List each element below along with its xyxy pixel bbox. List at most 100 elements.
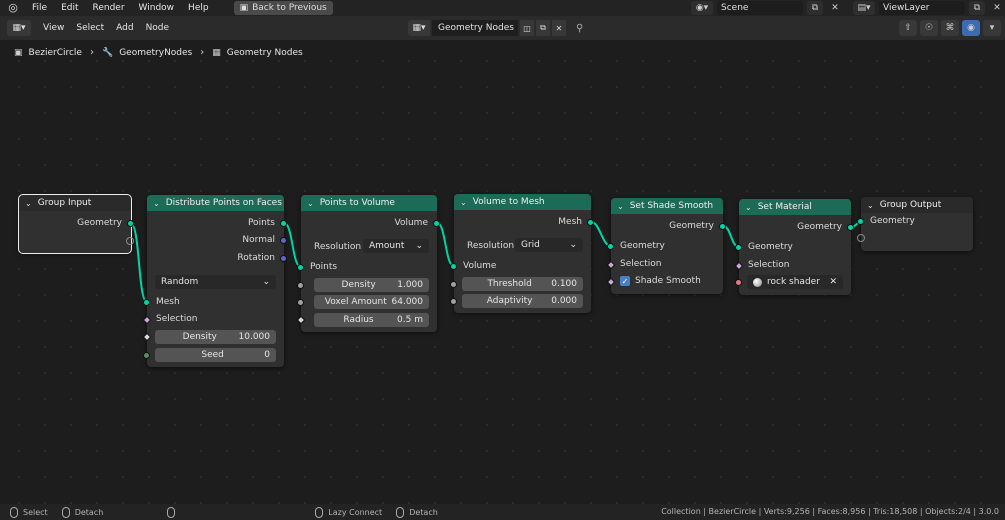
node-volume-to-mesh[interactable]: ⌄ Volume to Mesh Mesh Resolution Grid ⌄ Vo… — [450, 194, 594, 313]
node-header[interactable]: ⌄ Distribute Points on Faces — [147, 195, 284, 211]
chevron-down-icon[interactable]: ⌄ — [867, 201, 874, 210]
checkbox-checked-icon[interactable]: ✓ — [620, 276, 630, 286]
geometry-socket-icon[interactable] — [280, 220, 287, 227]
threshold-field[interactable]: Threshold 0.100 — [462, 277, 583, 291]
snap-mode-icon[interactable]: ⌘ — [941, 20, 959, 36]
chevron-down-icon[interactable]: ⌄ — [25, 199, 32, 208]
node-tree-icon[interactable]: ▦▾ — [408, 20, 430, 36]
socket-row: Mesh — [454, 215, 591, 229]
node-header[interactable]: ⌄ Group Input — [19, 195, 131, 211]
node-header[interactable]: ⌄ Group Output — [861, 197, 973, 213]
object-icon: ▣ — [14, 47, 23, 58]
node-points-to-volume[interactable]: ⌄ Points to Volume Volume Resolution Amou… — [296, 195, 440, 332]
close-icon[interactable]: ✕ — [552, 20, 566, 36]
node-tree-name-field[interactable]: Geometry Nodes — [432, 20, 518, 36]
back-to-previous-button[interactable]: ▣ Back to Previous — [233, 1, 333, 15]
menu-view[interactable]: View — [37, 23, 70, 33]
seed-field[interactable]: Seed 0 — [155, 348, 276, 362]
blender-logo-icon[interactable]: ◎ — [7, 2, 19, 14]
pin-icon[interactable]: ⚲ — [576, 23, 583, 34]
float-socket-icon[interactable] — [450, 298, 457, 305]
parent-node-tree-icon[interactable]: ⇧ — [899, 20, 917, 36]
vector-socket-icon[interactable] — [280, 237, 287, 244]
geometry-socket-icon[interactable] — [297, 264, 304, 271]
geometry-socket-icon[interactable] — [607, 243, 614, 250]
menu-edit[interactable]: Edit — [54, 3, 85, 13]
menu-node[interactable]: Node — [140, 23, 176, 33]
close-icon[interactable]: ✕ — [827, 1, 843, 15]
chevron-down-icon[interactable]: ⌄ — [460, 198, 467, 207]
socket-label: Geometry — [620, 241, 665, 251]
geometry-socket-icon[interactable] — [857, 218, 864, 225]
menu-add[interactable]: Add — [110, 23, 139, 33]
socket-label: Rotation — [237, 253, 275, 263]
adaptivity-field[interactable]: Adaptivity 0.000 — [462, 294, 583, 308]
geometry-socket-icon[interactable] — [433, 220, 440, 227]
copy-icon[interactable]: ⧉ — [969, 1, 985, 15]
socket-label: Points — [247, 218, 275, 228]
node-distribute-points[interactable]: ⌄ Distribute Points on Faces Points Norma… — [142, 195, 287, 367]
voxel-amount-field[interactable]: Voxel Amount 64.000 — [314, 295, 429, 309]
node-editor-icon[interactable]: ▦▾ — [7, 20, 31, 36]
chevron-down-icon[interactable]: ⌄ — [153, 199, 160, 208]
node-set-material[interactable]: ⌄ Set Material Geometry Geometry Selectio… — [734, 199, 854, 295]
chevron-down-icon[interactable]: ⌄ — [617, 202, 624, 211]
geometry-socket-icon[interactable] — [735, 244, 742, 251]
mouse-icon — [61, 506, 70, 518]
density-field[interactable]: Density 10.000 — [155, 330, 276, 344]
geometry-socket-icon[interactable] — [719, 223, 726, 230]
field-label: Seed — [201, 350, 224, 360]
resolution-dropdown[interactable]: Grid ⌄ — [515, 238, 583, 252]
node-header[interactable]: ⌄ Set Material — [739, 199, 851, 215]
shade-smooth-checkbox-row[interactable]: ✓ Shade Smooth — [611, 274, 723, 288]
field-value: 0.100 — [551, 279, 577, 289]
empty-socket-icon[interactable] — [857, 234, 865, 242]
geometry-socket-icon[interactable] — [143, 299, 150, 306]
close-icon[interactable]: ✕ — [989, 1, 1005, 15]
mouse-left-icon — [10, 506, 18, 518]
snap-icon[interactable]: ☉ — [920, 20, 938, 36]
geometry-socket-icon[interactable] — [847, 224, 854, 231]
distribute-method-dropdown[interactable]: Random ⌄ — [155, 275, 276, 289]
float-socket-icon[interactable] — [297, 299, 304, 306]
menu-select[interactable]: Select — [70, 23, 110, 33]
socket-label: Selection — [748, 260, 790, 270]
copy-icon[interactable]: ⧉ — [807, 1, 823, 15]
menu-file[interactable]: File — [25, 3, 54, 13]
socket-row: Selection — [739, 258, 851, 272]
integer-socket-icon[interactable] — [143, 352, 150, 359]
density-field[interactable]: Density 1.000 — [314, 278, 429, 292]
node-header[interactable]: ⌄ Points to Volume — [301, 195, 437, 211]
overlay-icon[interactable]: ◉ — [962, 20, 980, 36]
node-header[interactable]: ⌄ Set Shade Smooth — [611, 198, 723, 214]
geometry-socket-icon[interactable] — [450, 263, 457, 270]
geometry-socket-icon[interactable] — [587, 219, 594, 226]
resolution-dropdown[interactable]: Amount ⌄ — [363, 239, 429, 253]
menu-window[interactable]: Window — [132, 3, 182, 13]
overlay-dropdown-icon[interactable]: ▾ — [983, 20, 1001, 36]
node-group-input[interactable]: ⌄ Group Input Geometry — [18, 194, 134, 254]
menu-help[interactable]: Help — [181, 3, 216, 13]
material-selector[interactable]: rock shader ✕ — [747, 275, 843, 289]
float-socket-icon[interactable] — [297, 282, 304, 289]
close-icon[interactable]: ✕ — [829, 277, 837, 287]
geometry-socket-icon[interactable] — [127, 220, 134, 227]
float-socket-icon[interactable] — [450, 281, 457, 288]
shield-icon[interactable]: ◫ — [520, 20, 534, 36]
material-socket-icon[interactable] — [735, 279, 742, 286]
view-layer-field[interactable]: ViewLayer — [879, 1, 965, 15]
empty-socket-icon[interactable] — [126, 237, 134, 245]
chevron-down-icon[interactable]: ⌄ — [307, 199, 314, 208]
checkbox-label: Shade Smooth — [635, 276, 701, 286]
scene-field[interactable]: Scene — [717, 1, 803, 15]
node-set-shade-smooth[interactable]: ⌄ Set Shade Smooth Geometry Geometry Sele… — [606, 198, 726, 294]
node-header[interactable]: ⌄ Volume to Mesh — [454, 194, 591, 210]
node-group-output[interactable]: ⌄ Group Output Geometry — [857, 197, 973, 251]
vector-socket-icon[interactable] — [280, 255, 287, 262]
copy-icon[interactable]: ⧉ — [536, 20, 550, 36]
menu-render[interactable]: Render — [86, 3, 132, 13]
scene-icon[interactable]: ◉▾ — [691, 1, 713, 15]
chevron-down-icon[interactable]: ⌄ — [745, 203, 752, 212]
view-layer-icon[interactable]: ▤▾ — [853, 1, 875, 15]
radius-field[interactable]: Radius 0.5 m — [314, 313, 429, 327]
